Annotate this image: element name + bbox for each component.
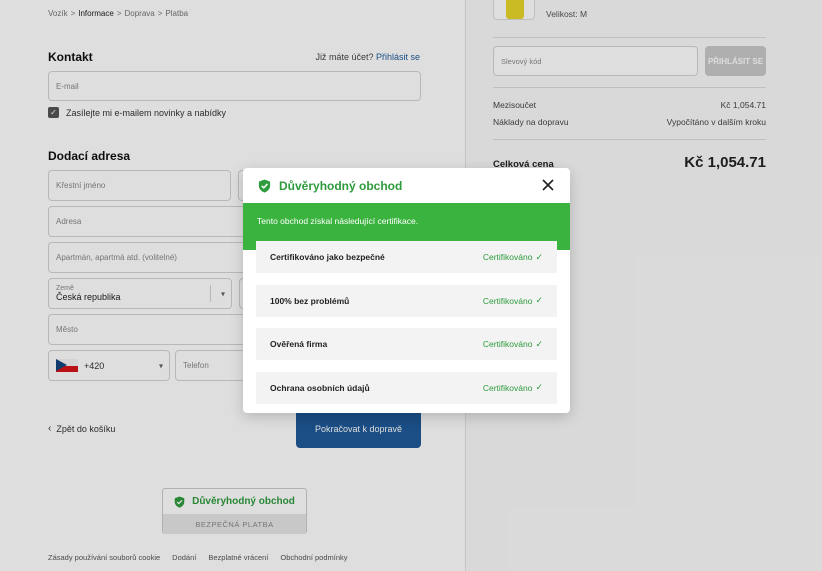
check-icon: ✓ [535, 338, 543, 349]
certification-item: 100% bez problémů Certifikováno ✓ [256, 284, 557, 317]
certification-list: Certifikováno jako bezpečné Certifikován… [256, 241, 557, 413]
certified-status: Certifikováno ✓ [482, 251, 543, 263]
shield-check-icon [258, 179, 271, 193]
trusted-store-modal: Důvěryhodný obchod Tento obchod získal n… [243, 168, 570, 413]
modal-title: Důvěryhodný obchod [279, 178, 403, 193]
certified-status: Certifikováno ✓ [482, 382, 543, 393]
close-icon[interactable] [540, 177, 556, 193]
certification-item: Ochrana osobních údajů Certifikováno ✓ [256, 371, 557, 404]
check-icon: ✓ [535, 251, 543, 262]
certification-item: Ověřená firma Certifikováno ✓ [256, 328, 557, 360]
modal-header: Důvěryhodný obchod [243, 168, 570, 203]
certified-status: Certifikováno ✓ [482, 295, 543, 306]
check-icon: ✓ [535, 295, 543, 305]
certified-status: Certifikováno ✓ [482, 338, 543, 350]
check-icon: ✓ [535, 382, 543, 392]
certification-item: Certifikováno jako bezpečné Certifikován… [256, 241, 557, 273]
